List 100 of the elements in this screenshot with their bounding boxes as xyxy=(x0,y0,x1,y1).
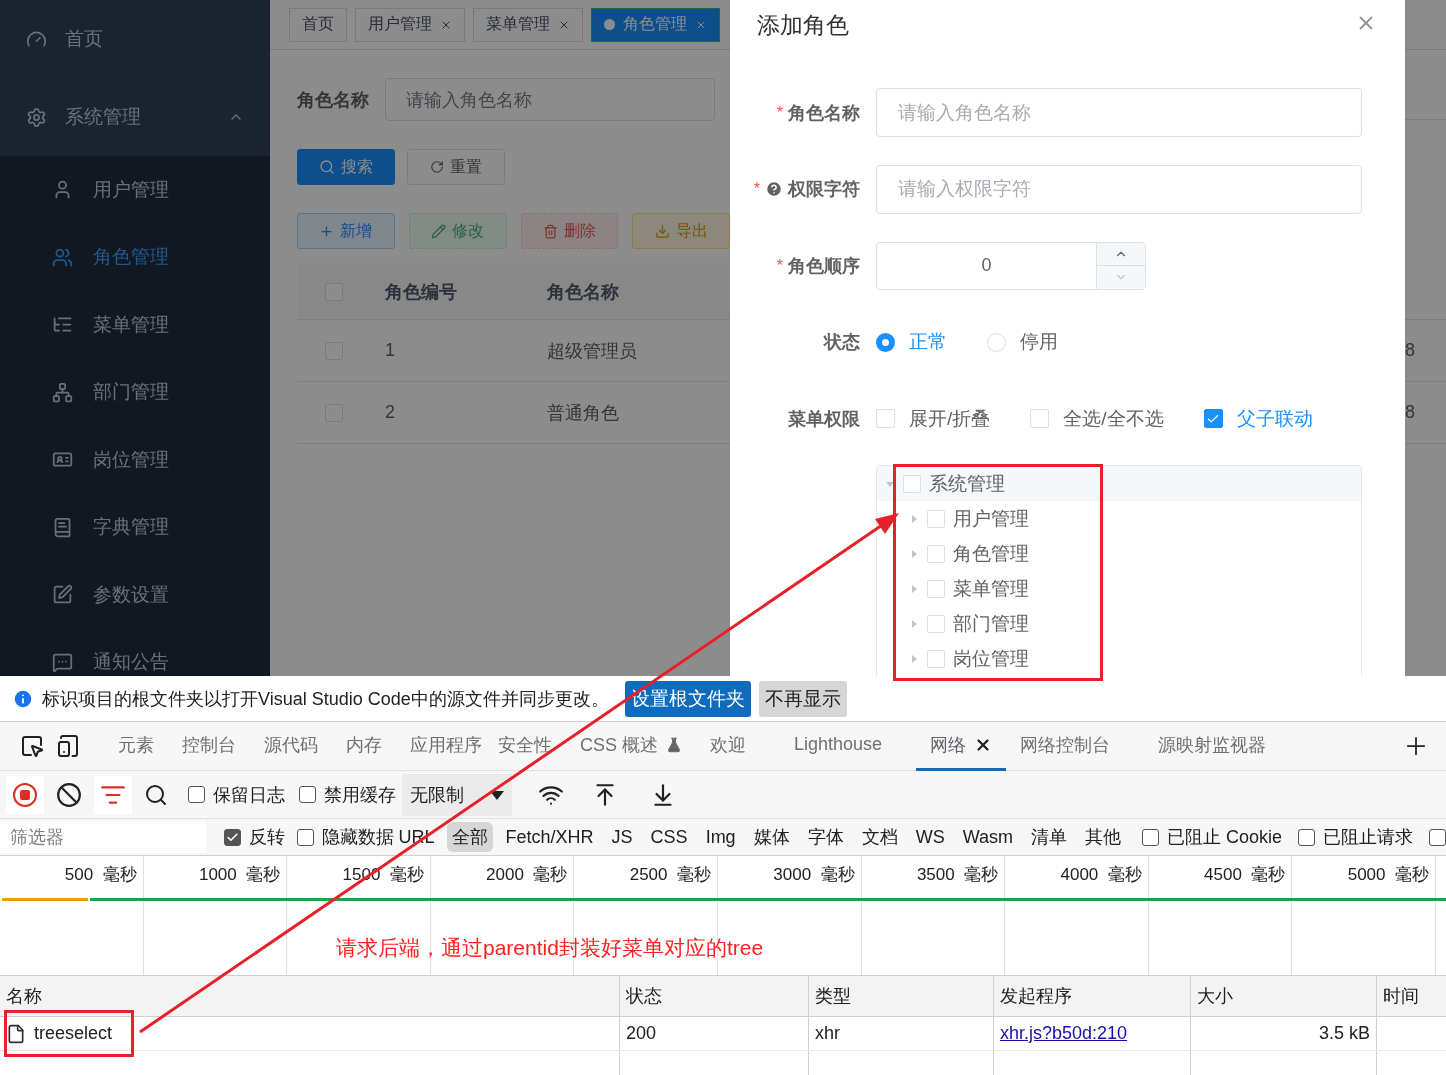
plus-icon xyxy=(319,223,335,239)
checkbox[interactable] xyxy=(1141,828,1159,846)
checkbox[interactable] xyxy=(296,828,314,846)
time-tick: 2500 毫秒 xyxy=(629,864,711,885)
pencil-icon xyxy=(431,223,447,239)
devtools-tab[interactable]: 应用程序 xyxy=(396,721,484,771)
time-tick: 4000 毫秒 xyxy=(1060,864,1142,885)
reset-button[interactable]: 重置 xyxy=(407,149,505,185)
radio-label: 正常 xyxy=(909,330,947,355)
field-label: 状态 xyxy=(824,331,860,355)
checkbox[interactable] xyxy=(223,828,241,846)
chat-icon xyxy=(52,651,73,673)
devtools-tab[interactable]: 源映射监视器 xyxy=(1144,721,1281,771)
request-name[interactable]: treeselect xyxy=(34,1023,113,1044)
sidebar-item[interactable]: 系统管理 xyxy=(0,78,270,156)
field-label: 角色顺序 xyxy=(788,254,860,278)
devtools-tab[interactable]: 欢迎 xyxy=(696,721,780,771)
devtools-tab[interactable]: 控制台 xyxy=(168,721,250,771)
type-filter-button[interactable]: 全部 xyxy=(446,822,493,852)
radio-button[interactable] xyxy=(876,332,895,352)
dialog-title: 添加角色 xyxy=(757,11,849,40)
table-cell-text: 超级管理员 xyxy=(547,339,638,363)
checkbox-label: 禁用缓存 xyxy=(324,783,396,807)
checkbox[interactable] xyxy=(1203,409,1223,429)
table-cell-text: 2 xyxy=(385,402,396,423)
search-button[interactable]: 搜索 xyxy=(297,149,395,185)
sidebar-item-label: 用户管理 xyxy=(93,177,169,202)
settings-icon xyxy=(26,106,47,128)
info-icon xyxy=(12,687,34,710)
notice-text: 标识项目的根文件夹以打开Visual Studio Code中的源文件并同步更改。 xyxy=(42,687,609,711)
caret-icon[interactable] xyxy=(909,583,919,594)
type-filter-button[interactable]: CSS xyxy=(645,822,693,852)
filter-field[interactable]: 筛选器 xyxy=(0,821,206,853)
check-icon xyxy=(225,830,239,844)
table-cell-text: 8 xyxy=(1405,402,1416,423)
type-filter-button[interactable]: 字体 xyxy=(802,822,849,852)
type-filter-button[interactable]: JS xyxy=(606,822,638,852)
time-tick: 2000 毫秒 xyxy=(486,864,568,885)
tag-tab[interactable]: 角色管理 xyxy=(591,7,720,42)
checkbox[interactable] xyxy=(1429,828,1446,846)
sidebar-item[interactable]: 首页 xyxy=(0,0,270,78)
download-icon xyxy=(654,223,670,239)
table-cell-text: 8 xyxy=(1405,340,1416,361)
tag-tab[interactable]: 菜单管理 xyxy=(473,7,583,42)
type-filter-button[interactable]: 清单 xyxy=(1025,822,1072,852)
search-icon xyxy=(319,159,335,175)
devtools-tab[interactable]: 元素 xyxy=(104,721,168,771)
type-filter-button[interactable]: Img xyxy=(700,822,741,852)
checkbox-label: 父子联动 xyxy=(1236,406,1313,431)
record-button[interactable] xyxy=(6,775,44,814)
devtools-tab[interactable]: Lighthouse xyxy=(780,721,917,771)
table-cell: 3.5 kB xyxy=(1318,1023,1370,1044)
dismiss-button[interactable]: 不再显示 xyxy=(758,680,847,717)
time-tick: 3000 毫秒 xyxy=(773,864,855,885)
throttling-select[interactable]: 无限制 xyxy=(402,773,512,816)
search-field[interactable]: 请输入角色名称 xyxy=(385,78,715,121)
tree-node-label: 菜单管理 xyxy=(953,576,1029,601)
devtools-tab[interactable]: 网络控制台 xyxy=(1006,721,1145,771)
annotation-text: 请求后端，通过parentid封装好菜单对应的tree xyxy=(336,935,764,961)
tree-node-label: 岗位管理 xyxy=(953,646,1029,671)
sidebar-item-label: 系统管理 xyxy=(65,105,141,129)
type-filter-button[interactable]: Fetch/XHR xyxy=(500,822,599,852)
field-label: 角色名称 xyxy=(788,101,860,125)
checkbox[interactable] xyxy=(1298,828,1315,846)
tag-tab[interactable]: 用户管理 xyxy=(355,7,465,42)
type-filter-button[interactable]: 文档 xyxy=(856,822,903,852)
active-dot-icon xyxy=(604,19,615,30)
required-mark: * xyxy=(776,103,783,122)
checkbox[interactable] xyxy=(299,786,316,803)
initiator-link[interactable]: xhr.js?b50d:210 xyxy=(1000,1023,1128,1044)
dropdown-arrow-icon xyxy=(490,789,504,800)
tree-node[interactable]: 系统管理 xyxy=(877,466,1361,501)
required-mark: * xyxy=(753,180,760,199)
type-filter-button[interactable]: 媒体 xyxy=(748,822,795,852)
caret-icon[interactable] xyxy=(909,653,919,664)
trash-icon xyxy=(542,223,558,239)
checkbox[interactable] xyxy=(188,786,205,803)
caret-icon[interactable] xyxy=(909,618,919,629)
devtools-tab[interactable]: 安全性 xyxy=(484,721,566,771)
help-icon[interactable] xyxy=(765,180,783,199)
caret-icon[interactable] xyxy=(909,548,919,559)
sidebar-item-label: 部门管理 xyxy=(93,380,169,405)
time-tick: 5000 毫秒 xyxy=(1347,864,1429,885)
checkbox-label: 已阻止请求 xyxy=(1323,826,1413,849)
devtools-tab[interactable]: 源代码 xyxy=(250,721,332,771)
checkbox-label: 全选/全不选 xyxy=(1063,406,1164,431)
filter-icon[interactable] xyxy=(94,775,132,814)
type-filter-button[interactable]: 其他 xyxy=(1079,822,1126,852)
column-header: 类型 xyxy=(815,985,851,1008)
tag-tab[interactable]: 首页 xyxy=(289,7,347,42)
sidebar-item-label: 通知公告 xyxy=(93,650,169,675)
org-chart-icon xyxy=(52,381,73,403)
devtools-tab[interactable]: 内存 xyxy=(332,721,396,771)
time-tick: 500 毫秒 xyxy=(64,864,137,885)
caret-icon[interactable] xyxy=(909,513,919,524)
devtools-tab[interactable]: CSS 概述 xyxy=(566,721,696,771)
type-filter-button[interactable]: Wasm xyxy=(957,822,1018,852)
sidebar-item-label: 角色管理 xyxy=(93,245,169,270)
type-filter-button[interactable]: WS xyxy=(910,822,950,852)
table-cell: xhr xyxy=(815,1023,840,1044)
